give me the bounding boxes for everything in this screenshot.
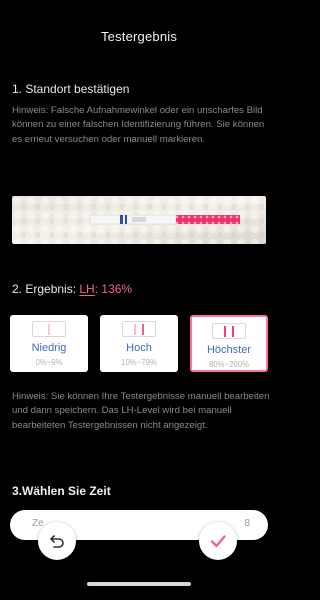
level-label: Höchster bbox=[206, 344, 252, 356]
level-range: 0%~9% bbox=[35, 358, 63, 367]
level-card-low[interactable]: Niedrig 0%~9% bbox=[10, 315, 88, 372]
level-card-high[interactable]: Hoch 10%~79% bbox=[100, 315, 178, 372]
hint-manual-edit: Hinweis: Sie können Ihre Testergebnisse … bbox=[12, 391, 270, 431]
strip-low-icon bbox=[32, 321, 66, 337]
time-value: 8 bbox=[244, 518, 250, 529]
level-label: Niedrig bbox=[31, 342, 67, 354]
home-indicator bbox=[87, 582, 191, 586]
result-line: 2. Ergebnis: LH: 136% bbox=[12, 282, 132, 296]
level-range: 80%~200% bbox=[208, 360, 250, 369]
level-label: Hoch bbox=[126, 342, 152, 354]
screen: Testergebnis 1. Standort bestätigen Hinw… bbox=[0, 0, 278, 600]
level-card-highest[interactable]: Höchster 80%~200% bbox=[190, 315, 268, 372]
section-title-time: 3.Wählen Sie Zeit bbox=[12, 484, 111, 498]
confirm-button[interactable] bbox=[199, 522, 237, 560]
result-percentage: 136% bbox=[101, 282, 133, 296]
page-title: Testergebnis bbox=[100, 29, 178, 44]
section-title-location: 1. Standort bestätigen bbox=[12, 82, 130, 96]
hint-location: Hinweis: Falsche Aufnahmewinkel oder ein… bbox=[12, 105, 265, 145]
test-strip-photo bbox=[12, 196, 266, 244]
undo-icon bbox=[50, 535, 64, 548]
test-strip-image bbox=[12, 196, 266, 244]
lh-link[interactable]: LH bbox=[79, 282, 94, 296]
level-range: 10%~79% bbox=[121, 358, 157, 367]
result-prefix: 2. Ergebnis: bbox=[12, 282, 80, 296]
checkmark-icon bbox=[210, 535, 226, 548]
undo-button[interactable] bbox=[38, 522, 76, 560]
strip-highest-icon bbox=[212, 323, 246, 339]
strip-high-icon bbox=[122, 321, 156, 337]
lh-level-cards: Niedrig 0%~9% Hoch 10%~79% Höchster 80%~… bbox=[10, 315, 268, 373]
